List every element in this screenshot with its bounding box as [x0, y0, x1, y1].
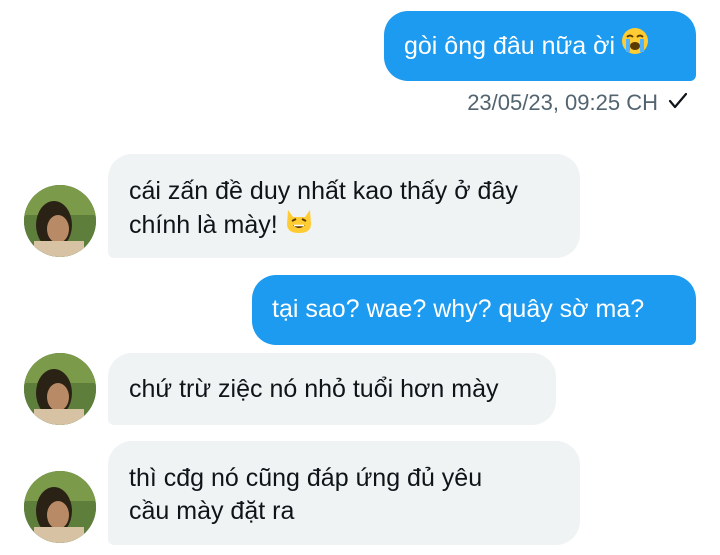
message-timestamp: 23/05/23, 09:25 CH: [467, 90, 658, 115]
grinning-cat-icon: [284, 206, 314, 243]
message-text: tại sao? wae? why? quây sờ ma?: [272, 295, 645, 323]
message-bubble-received[interactable]: chứ trừ ziệc nó nhỏ tuổi hơn mày: [108, 353, 556, 425]
message-bubble-received[interactable]: cái zấn đề duy nhất kao thấy ở đây chính…: [108, 154, 580, 258]
message-text-line: cầu mày đặt ra: [129, 497, 295, 525]
message-bubble-sent[interactable]: tại sao? wae? why? quây sờ ma?: [252, 275, 696, 345]
message-timestamp-row: 23/05/23, 09:25 CH: [467, 90, 688, 116]
message-text-line: chính là mày!: [129, 208, 580, 245]
message-text: gòi ông đâu nữa ời: [404, 32, 616, 61]
loudly-crying-face-icon: [621, 27, 649, 64]
avatar[interactable]: [24, 471, 96, 543]
message-text-line: chứ trừ ziệc nó nhỏ tuổi hơn mày: [129, 375, 499, 403]
message-text-line: cái zấn đề duy nhất kao thấy ở đây: [129, 177, 518, 205]
message-bubble-received[interactable]: thì cđg nó cũng đáp ứng đủ yêu cầu mày đ…: [108, 441, 580, 545]
check-icon: [668, 90, 688, 116]
avatar[interactable]: [24, 353, 96, 425]
message-text-line: thì cđg nó cũng đáp ứng đủ yêu: [129, 464, 483, 492]
avatar[interactable]: [24, 185, 96, 257]
message-bubble-sent[interactable]: gòi ông đâu nữa ời: [384, 11, 696, 81]
